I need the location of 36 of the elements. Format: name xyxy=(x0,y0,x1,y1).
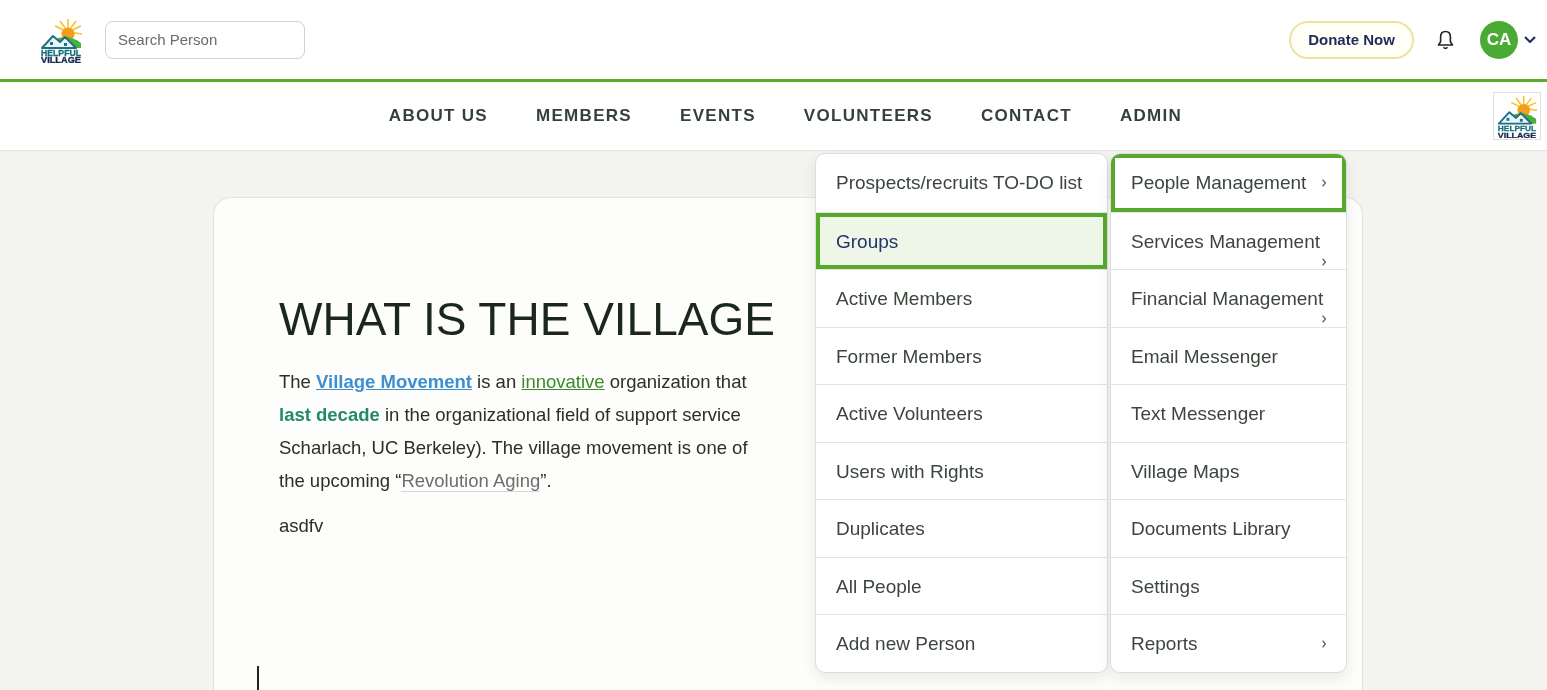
menu-item[interactable]: Groups xyxy=(816,211,1107,269)
menu-item[interactable]: Active Members xyxy=(816,269,1107,327)
menu-item[interactable]: Duplicates xyxy=(816,499,1107,557)
paragraph-text: asdfv xyxy=(279,514,324,538)
search-field[interactable]: Search Person xyxy=(105,20,305,59)
menu-item[interactable]: Financial Management xyxy=(1111,269,1346,327)
logo[interactable]: HELPFUL VILLAGE xyxy=(38,16,84,63)
menu-item[interactable]: All People xyxy=(816,556,1107,614)
text-cursor xyxy=(257,666,259,690)
nav-link[interactable]: ADMIN xyxy=(1119,106,1183,126)
article-paragraph: The Village Movement is an innovative organization that last decade in the organizational field of support service Scharlach, UC Berkeley). The village movement is one of the upcoming “Revolution Aging”. xyxy=(279,370,748,494)
menu-item[interactable]: Reports xyxy=(1111,614,1346,672)
text-link[interactable]: Revolution Aging xyxy=(401,470,541,492)
nav-link[interactable]: ABOUT US xyxy=(388,106,488,126)
donate-button[interactable]: Donate Now xyxy=(1289,20,1414,59)
nav-link[interactable]: CONTACT xyxy=(981,106,1072,126)
article-heading: WHAT IS THE VILLAGE xyxy=(279,292,775,347)
menu-item[interactable]: Settings xyxy=(1111,556,1346,614)
text-link[interactable]: innovative xyxy=(521,371,605,392)
menu-item[interactable]: Village Maps xyxy=(1111,441,1346,499)
menu-item[interactable]: Users with Rights xyxy=(816,441,1107,499)
menu-item[interactable]: Text Messenger xyxy=(1111,384,1346,442)
nav-link[interactable]: EVENTS xyxy=(680,106,756,126)
chevron-down-icon[interactable] xyxy=(1524,36,1536,43)
menu-item[interactable]: Services Management xyxy=(1111,211,1346,269)
menu-item[interactable]: Add new Person xyxy=(816,614,1107,672)
nav-link[interactable]: MEMBERS xyxy=(536,106,632,126)
bell-icon[interactable] xyxy=(1437,29,1454,50)
menu-item[interactable]: Email Messenger xyxy=(1111,326,1346,384)
menu-item[interactable]: Documents Library xyxy=(1111,499,1346,557)
menu-item[interactable]: Prospects/recruits TO-DO list xyxy=(816,154,1107,212)
menu-item[interactable]: Former Members xyxy=(816,326,1107,384)
nav-link[interactable]: VOLUNTEERS xyxy=(803,106,933,126)
menu-item[interactable]: Active Volunteers xyxy=(816,384,1107,442)
menu-item[interactable]: People Management xyxy=(1111,154,1346,212)
logo: HELPFUL VILLAGE xyxy=(1493,92,1541,140)
